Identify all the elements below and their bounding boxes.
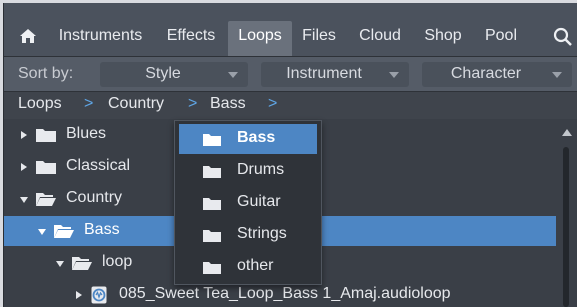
tab-pool[interactable]: Pool (475, 21, 527, 56)
folder-icon (203, 230, 221, 242)
collapse-arrow-icon[interactable] (20, 197, 28, 203)
dropdown-item-label: Bass (237, 129, 276, 146)
chevron-down-icon (552, 72, 562, 78)
breadcrumb-bass[interactable]: Bass (210, 95, 246, 113)
breadcrumb-dropdown-menu: Bass Drums Guitar Strings other (174, 120, 322, 285)
sort-instrument-select[interactable]: Instrument (261, 62, 409, 87)
folder-open-icon (36, 193, 56, 206)
folder-icon (203, 262, 221, 274)
folder-icon (36, 129, 56, 142)
tree-row-label: Country (66, 189, 123, 206)
folder-open-icon (54, 225, 74, 238)
tree-row-label: Classical (66, 157, 131, 174)
tab-shop[interactable]: Shop (415, 21, 471, 56)
dropdown-item-other[interactable]: other (179, 252, 317, 282)
folder-open-icon (72, 257, 92, 270)
expand-arrow-icon[interactable] (21, 163, 27, 171)
tab-instruments[interactable]: Instruments (48, 21, 153, 56)
scroll-up-icon[interactable] (562, 129, 572, 136)
breadcrumb-loops[interactable]: Loops (18, 95, 62, 113)
sort-style-value: Style (145, 65, 181, 82)
sort-by-label: Sort by: (18, 65, 74, 82)
tree-row-label: Blues (66, 125, 107, 142)
collapse-arrow-icon[interactable] (56, 261, 64, 267)
tab-loops[interactable]: Loops (228, 21, 292, 56)
sort-style-select[interactable]: Style (100, 62, 248, 87)
folder-icon (36, 161, 56, 174)
breadcrumb-separator: > (84, 95, 94, 112)
audioloop-file-icon (91, 286, 107, 304)
folder-icon (203, 166, 221, 178)
dropdown-item-guitar[interactable]: Guitar (179, 188, 317, 218)
expand-arrow-icon[interactable] (21, 131, 27, 139)
sort-character-value: Character (450, 65, 522, 82)
tree-scrollbar[interactable] (556, 120, 577, 307)
chevron-down-icon (389, 72, 399, 78)
home-icon[interactable] (19, 28, 37, 44)
dropdown-item-label: other (237, 257, 274, 274)
chevron-down-icon (228, 72, 238, 78)
search-icon[interactable] (553, 27, 573, 47)
tree-row-label: 085_Sweet Tea_Loop_Bass 1_Amaj.audioloop (119, 285, 451, 302)
breadcrumb-separator: > (268, 95, 278, 112)
tab-files[interactable]: Files (294, 21, 344, 56)
dropdown-item-label: Drums (237, 161, 285, 178)
breadcrumb-separator: > (188, 95, 198, 112)
browser-panel: Instruments Effects Loops Files Cloud Sh… (3, 3, 577, 307)
sort-bar: Sort by: Style Instrument Character (4, 57, 577, 92)
dropdown-item-strings[interactable]: Strings (179, 220, 317, 250)
sort-character-select[interactable]: Character (422, 62, 572, 87)
dropdown-item-label: Strings (237, 225, 287, 242)
dropdown-item-bass[interactable]: Bass (179, 124, 317, 154)
browser-nav-bar: Instruments Effects Loops Files Cloud Sh… (4, 3, 577, 57)
scrollbar-thumb[interactable] (563, 147, 569, 307)
breadcrumb-country[interactable]: Country (108, 95, 164, 113)
tree-row-label: loop (102, 253, 133, 270)
collapse-arrow-icon[interactable] (38, 229, 46, 235)
folder-icon (203, 198, 221, 210)
dropdown-item-label: Guitar (237, 193, 281, 210)
tab-cloud[interactable]: Cloud (349, 21, 411, 56)
breadcrumb: Loops > Country > Bass > (4, 92, 577, 119)
dropdown-item-drums[interactable]: Drums (179, 156, 317, 186)
expand-arrow-icon[interactable] (76, 291, 82, 299)
tab-effects[interactable]: Effects (155, 21, 227, 56)
folder-icon (203, 134, 221, 146)
sort-instrument-value: Instrument (286, 65, 362, 82)
tree-row-label: Bass (84, 221, 120, 238)
